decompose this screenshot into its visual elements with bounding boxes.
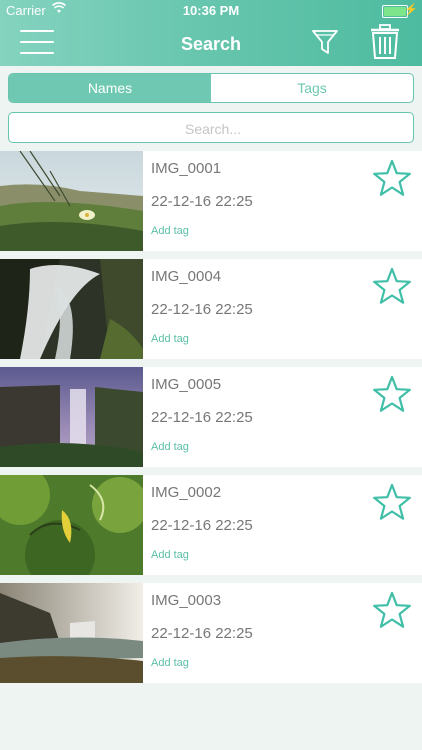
star-icon[interactable]	[372, 483, 412, 521]
segment-tags[interactable]: Tags	[211, 74, 413, 102]
hamburger-menu-icon	[20, 30, 54, 32]
add-tag-link[interactable]: Add tag	[151, 333, 189, 345]
star-icon[interactable]	[372, 375, 412, 413]
photo-date: 22-12-16 22:25	[151, 517, 253, 534]
list-item[interactable]: IMG_0005 22-12-16 22:25 Add tag	[0, 367, 422, 467]
photo-date: 22-12-16 22:25	[151, 409, 253, 426]
photo-thumbnail	[0, 583, 143, 683]
photo-thumbnail	[0, 259, 143, 359]
list-item[interactable]: IMG_0004 22-12-16 22:25 Add tag	[0, 259, 422, 359]
list-item[interactable]: IMG_0001 22-12-16 22:25 Add tag	[0, 151, 422, 251]
star-icon[interactable]	[372, 591, 412, 629]
search-box	[8, 112, 417, 144]
photo-date: 22-12-16 22:25	[151, 301, 253, 318]
page-title: Search	[180, 34, 242, 54]
photo-thumbnail	[0, 475, 143, 575]
photo-name: IMG_0005	[151, 376, 222, 393]
photo-name: IMG_0004	[151, 268, 222, 285]
filter-button[interactable]	[310, 27, 340, 57]
nav-header: Carrier 10:36 PM ⚡ Search	[0, 0, 422, 66]
search-input[interactable]	[9, 113, 417, 144]
add-tag-link[interactable]: Add tag	[151, 441, 189, 453]
add-tag-link[interactable]: Add tag	[151, 225, 189, 237]
delete-button[interactable]	[369, 24, 401, 60]
photo-list: IMG_0001 22-12-16 22:25 Add tag IMG_0004…	[0, 151, 422, 691]
charging-bolt-icon: ⚡	[404, 4, 418, 16]
photo-name: IMG_0003	[151, 592, 222, 609]
photo-thumbnail	[0, 151, 143, 251]
segment-names[interactable]: Names	[9, 74, 211, 102]
add-tag-link[interactable]: Add tag	[151, 657, 189, 669]
star-icon[interactable]	[372, 267, 412, 305]
names-tags-segmented-control: Names Tags	[8, 73, 414, 103]
photo-name: IMG_0001	[151, 160, 222, 177]
photo-name: IMG_0002	[151, 484, 222, 501]
list-item[interactable]: IMG_0002 22-12-16 22:25 Add tag	[0, 475, 422, 575]
star-icon[interactable]	[372, 159, 412, 197]
photo-date: 22-12-16 22:25	[151, 625, 253, 642]
photo-thumbnail	[0, 367, 143, 467]
status-time: 10:36 PM	[182, 3, 240, 18]
photo-date: 22-12-16 22:25	[151, 193, 253, 210]
add-tag-link[interactable]: Add tag	[151, 549, 189, 561]
trash-icon	[371, 24, 399, 59]
filter-icon	[312, 30, 338, 54]
list-item[interactable]: IMG_0003 22-12-16 22:25 Add tag	[0, 583, 422, 683]
status-bar: Carrier 10:36 PM ⚡	[0, 0, 422, 22]
